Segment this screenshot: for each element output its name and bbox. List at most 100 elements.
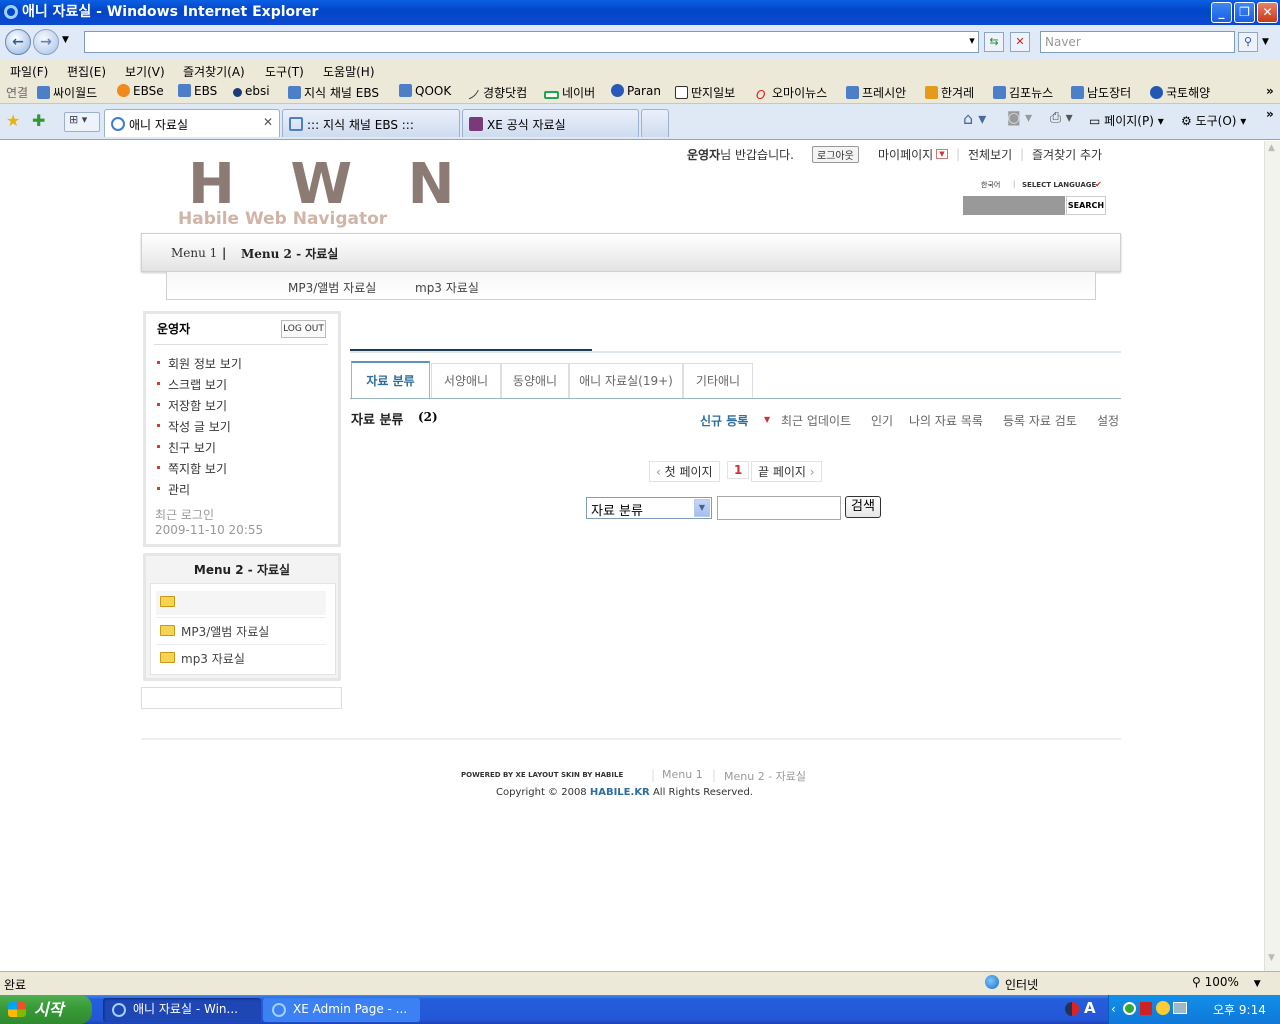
subnav-mp3-album[interactable]: MP3/앨범 자료실 — [288, 279, 376, 296]
stop-icon[interactable]: ✕ — [1010, 32, 1030, 52]
scroll-up-icon[interactable]: ▲ — [1268, 143, 1275, 153]
address-input[interactable] — [84, 31, 979, 53]
link-item[interactable]: 싸이월드 — [37, 84, 97, 101]
popular-link[interactable]: 인기 — [871, 412, 893, 429]
taskbar-task[interactable]: XE Admin Page - ... — [263, 998, 420, 1022]
messages-link[interactable]: 쪽지함 보기 — [154, 460, 324, 481]
tab-adult[interactable]: 애니 자료실(19+) — [569, 363, 683, 399]
maximize-button[interactable]: ❐ — [1234, 2, 1255, 23]
feeds-icon[interactable]: ◙ ▾ — [1007, 110, 1032, 126]
add-favorite-icon[interactable]: ✚ — [32, 111, 45, 130]
home-icon[interactable]: ⌂ ▾ — [963, 109, 986, 128]
last-page-link[interactable]: 끝 페이지 › — [751, 461, 822, 482]
recent-link[interactable]: 최근 업데이트 — [781, 412, 851, 429]
nav-menu1[interactable]: Menu 1 — [171, 246, 217, 260]
link-item[interactable]: 지식 채널 EBS — [288, 84, 379, 101]
member-info-link[interactable]: 회원 정보 보기 — [154, 355, 324, 376]
new-tab-button[interactable] — [641, 109, 669, 137]
new-item-dropdown-icon[interactable]: ▼ — [764, 415, 770, 424]
my-posts-link[interactable]: 작성 글 보기 — [154, 418, 324, 439]
site-search-input[interactable] — [963, 196, 1065, 215]
tab-eastern[interactable]: 동양애니 — [501, 363, 569, 399]
scroll-down-icon[interactable]: ▼ — [1268, 953, 1275, 963]
menu-edit[interactable]: 편집(E) — [67, 63, 106, 80]
close-button[interactable]: ✕ — [1257, 2, 1278, 23]
menu-view[interactable]: 보기(V) — [125, 63, 165, 80]
network-icon[interactable] — [1123, 1002, 1136, 1015]
first-page-link[interactable]: ‹ 첫 페이지 — [649, 461, 720, 482]
more-tools-icon[interactable]: » — [1266, 107, 1274, 121]
top-logout-button[interactable]: 로그아웃 — [812, 146, 859, 163]
messenger-icon[interactable] — [1156, 1001, 1170, 1015]
link-item[interactable]: 한겨레 — [925, 84, 974, 101]
back-button[interactable]: ← — [5, 29, 31, 55]
monitor-icon[interactable] — [1173, 1002, 1187, 1014]
menu-file[interactable]: 파일(F) — [10, 63, 48, 80]
tab[interactable]: ::: 지식 채널 EBS ::: — [282, 109, 460, 137]
friends-link[interactable]: 친구 보기 — [154, 439, 324, 460]
menu-tools[interactable]: 도구(T) — [265, 63, 304, 80]
refresh-icon[interactable]: ⇆ — [984, 32, 1004, 52]
quick-tabs-icon[interactable]: ⊞ ▾ — [64, 112, 100, 132]
menu-favorites[interactable]: 즐겨찾기(A) — [183, 63, 245, 80]
link-item[interactable]: 김포뉴스 — [993, 84, 1053, 101]
new-item-link[interactable]: 신규 등록 — [700, 412, 748, 429]
menu-help[interactable]: 도움말(H) — [323, 63, 375, 80]
more-links-icon[interactable]: » — [1266, 84, 1274, 98]
mypage-dropdown-icon[interactable]: ▼ — [936, 149, 948, 159]
view-all-link[interactable]: 전체보기 — [968, 146, 1012, 163]
link-item[interactable]: 딴지일보 — [675, 84, 735, 101]
footer-menu1[interactable]: Menu 1 — [662, 768, 703, 781]
language-select[interactable]: SELECT LANGUAGE — [1022, 181, 1096, 189]
page-menu[interactable]: ▭ 페이지(P) ▾ — [1089, 112, 1164, 129]
search-keyword-input[interactable] — [717, 496, 841, 520]
add-favorite-link[interactable]: 즐겨찾기 추가 — [1032, 146, 1102, 163]
search-submit-button[interactable]: 검색 — [845, 496, 881, 518]
link-item[interactable]: 국토해양 — [1150, 84, 1210, 101]
tab-active[interactable]: 애니 자료실 ✕ — [104, 109, 280, 137]
address-dropdown-icon[interactable]: ▾ — [962, 32, 982, 52]
link-item[interactable]: 프레시안 — [846, 84, 906, 101]
tab[interactable]: XE 공식 자료실 — [462, 109, 639, 137]
logout-button[interactable]: LOG OUT — [281, 320, 326, 338]
link-item[interactable]: ノ 경향닷컴 — [467, 84, 527, 102]
link-item[interactable]: EBSe — [117, 84, 164, 98]
subnav-mp3[interactable]: mp3 자료실 — [415, 279, 479, 296]
tools-menu[interactable]: ⚙ 도구(O) ▾ — [1181, 112, 1246, 129]
review-link[interactable]: 등록 자료 검토 — [1003, 412, 1077, 429]
vertical-scrollbar[interactable]: ▲ ▼ — [1264, 141, 1280, 971]
link-item[interactable]: ebsi — [233, 84, 270, 98]
settings-link[interactable]: 설정 — [1097, 412, 1119, 429]
search-input[interactable]: Naver — [1040, 31, 1235, 53]
search-category-select[interactable]: 자료 분류 ▼ — [586, 497, 712, 519]
minimize-button[interactable]: _ — [1211, 2, 1232, 23]
link-item[interactable]: 남도장터 — [1071, 84, 1131, 101]
print-icon[interactable]: ⎙ ▾ — [1050, 110, 1073, 126]
input-mode-icon[interactable]: A — [1084, 999, 1096, 1017]
footer-menu2[interactable]: Menu 2 - 자료실 — [724, 768, 806, 784]
tab-category[interactable]: 자료 분류 — [351, 361, 430, 400]
saved-link[interactable]: 저장함 보기 — [154, 397, 324, 418]
link-item[interactable]: O 오마이뉴스 — [756, 84, 827, 102]
history-dropdown-icon[interactable]: ▼ — [62, 35, 69, 45]
admin-link[interactable]: 관리 — [154, 481, 324, 502]
mypage-link[interactable]: 마이페이지 — [878, 146, 933, 163]
scrap-link[interactable]: 스크랩 보기 — [154, 376, 324, 397]
site-search-button[interactable]: SEARCH — [1066, 196, 1106, 215]
search-options-icon[interactable]: ▼ — [1262, 37, 1269, 47]
taskbar-task-active[interactable]: 애니 자료실 - Win... — [103, 998, 261, 1022]
tab-western[interactable]: 서양애니 — [431, 363, 501, 399]
favorites-star-icon[interactable]: ★ — [6, 111, 20, 130]
side-menu-mp3-album[interactable]: MP3/앨범 자료실 — [181, 623, 269, 640]
zoom-control[interactable]: ⚲ 100% ▼ — [1192, 975, 1261, 989]
security-icon[interactable] — [1140, 1002, 1152, 1015]
tab-close-icon[interactable]: ✕ — [263, 115, 273, 129]
tray-chevron-icon[interactable]: ‹ — [1111, 1002, 1116, 1016]
link-item[interactable]: 네이버 — [544, 84, 595, 101]
side-menu-mp3[interactable]: mp3 자료실 — [181, 650, 245, 667]
my-items-link[interactable]: 나의 자료 목록 — [909, 412, 983, 429]
language-dropdown-icon[interactable]: ✔ — [1095, 180, 1102, 189]
forward-button[interactable]: → — [33, 29, 59, 55]
start-button[interactable]: 시작 — [0, 995, 92, 1024]
tab-other[interactable]: 기타애니 — [683, 363, 753, 399]
